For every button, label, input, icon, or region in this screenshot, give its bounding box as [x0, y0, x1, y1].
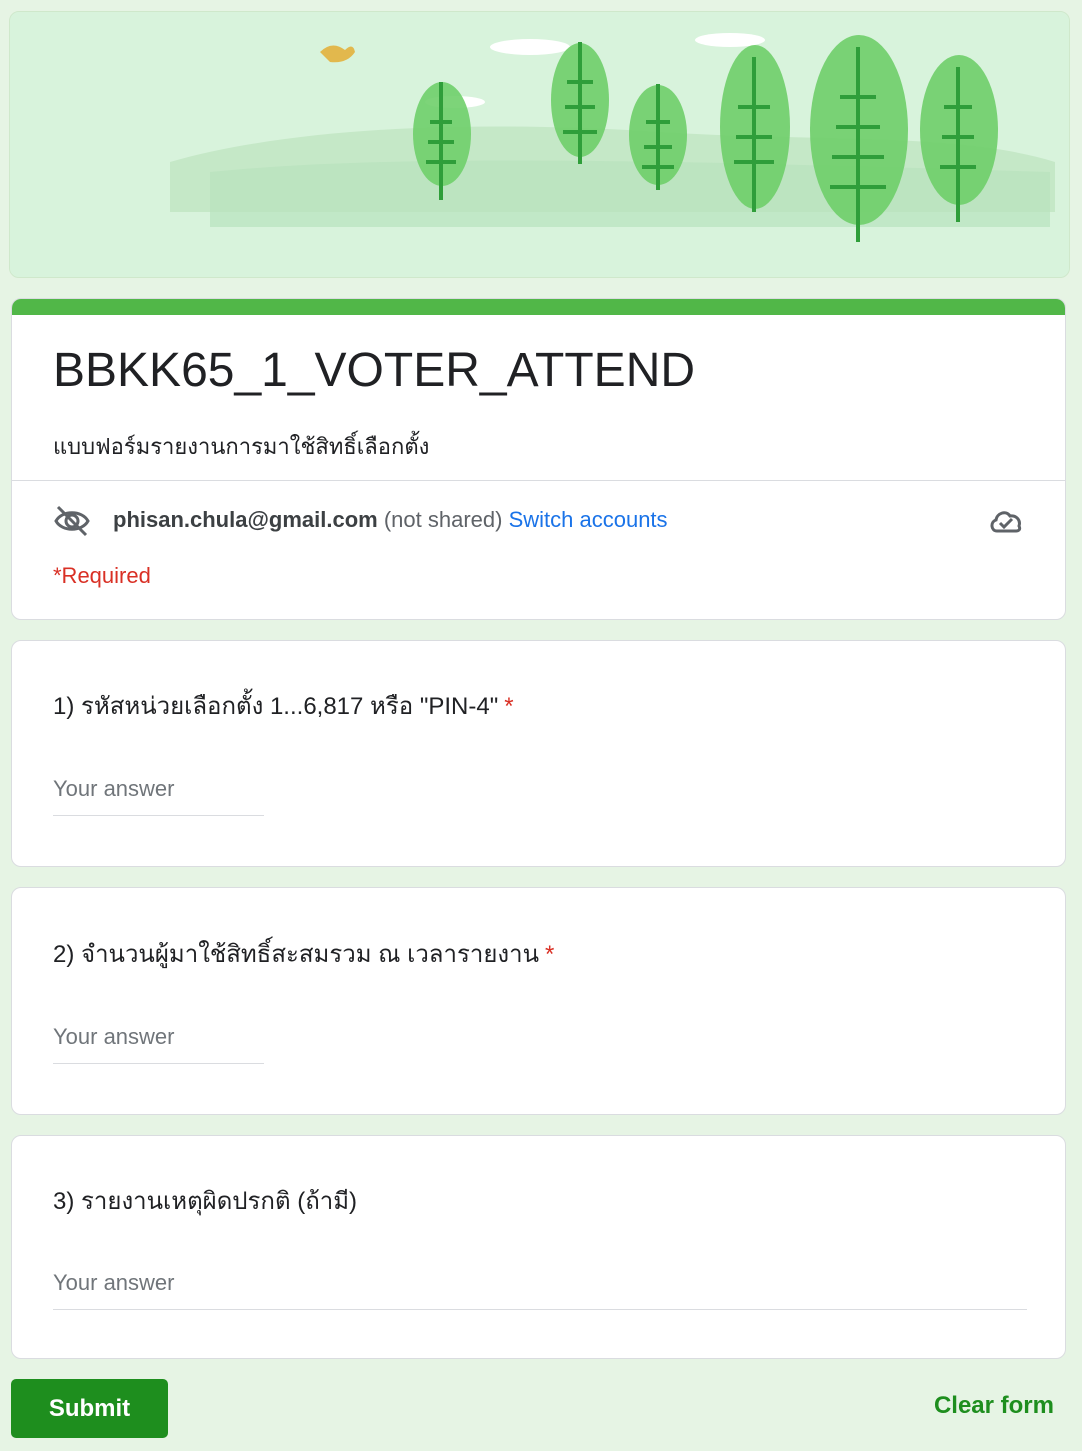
form-title: BBKK65_1_VOTER_ATTEND — [53, 344, 696, 397]
required-star: * — [545, 941, 555, 968]
accent-bar — [12, 299, 1065, 315]
clear-form-button[interactable]: Clear form — [934, 1392, 1054, 1420]
cloud-check-icon — [990, 511, 1022, 533]
form-description: แบบฟอร์มรายงานการมาใช้สิทธิ์เลือกตั้ง — [53, 434, 430, 459]
question-text: 2) จำนวนผู้มาใช้สิทธิ์สะสมรวม ณ เวลารายง… — [53, 941, 540, 968]
answer-input-1[interactable] — [53, 771, 264, 816]
question-title: 2) จำนวนผู้มาใช้สิทธิ์สะสมรวม ณ เวลารายง… — [53, 934, 554, 973]
required-note: *Required — [53, 563, 151, 588]
question-text: 1) รหัสหน่วยเลือกตั้ง 1...6,817 หรือ "PI… — [53, 693, 499, 720]
question-text: 3) รายงานเหตุผิดปรกติ (ถ้ามี) — [53, 1188, 358, 1215]
switch-accounts-link[interactable]: Switch accounts — [509, 507, 668, 532]
header-banner — [9, 11, 1070, 278]
answer-input-3[interactable] — [53, 1265, 1027, 1310]
question-title: 3) รายงานเหตุผิดปรกติ (ถ้ามี) — [53, 1181, 357, 1220]
required-star: * — [504, 693, 514, 720]
question-title: 1) รหัสหน่วยเลือกตั้ง 1...6,817 หรือ "PI… — [53, 686, 514, 725]
eye-off-icon — [54, 505, 90, 537]
question-card-1: 1) รหัสหน่วยเลือกตั้ง 1...6,817 หรือ "PI… — [11, 640, 1066, 867]
divider — [12, 480, 1065, 481]
question-card-2: 2) จำนวนผู้มาใช้สิทธิ์สะสมรวม ณ เวลารายง… — [11, 887, 1066, 1115]
account-email: phisan.chula@gmail.com — [113, 507, 378, 532]
question-card-3: 3) รายงานเหตุผิดปรกติ (ถ้ามี) — [11, 1135, 1066, 1359]
forest-illustration — [10, 12, 1069, 277]
submit-button[interactable]: Submit — [11, 1379, 168, 1438]
answer-input-2[interactable] — [53, 1019, 264, 1064]
form-header-card: BBKK65_1_VOTER_ATTEND แบบฟอร์มรายงานการม… — [11, 298, 1066, 620]
account-note: (not shared) — [377, 507, 509, 532]
account-text: phisan.chula@gmail.com (not shared) Swit… — [113, 507, 668, 533]
account-row: phisan.chula@gmail.com (not shared) Swit… — [53, 501, 1024, 541]
